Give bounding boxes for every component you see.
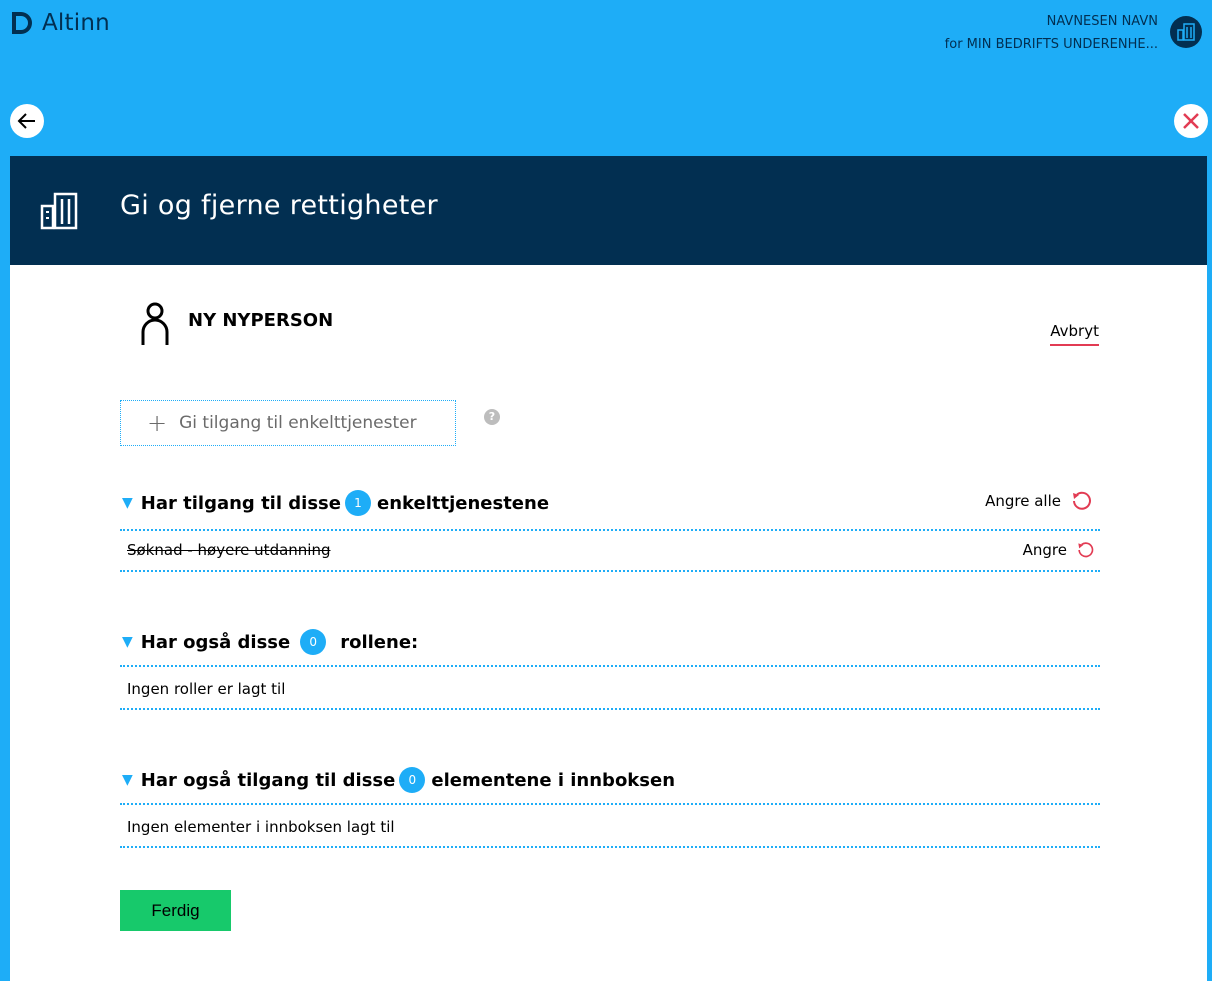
roles-title-before: Har også disse xyxy=(140,631,291,653)
service-item-label: Søknad - høyere utdanning xyxy=(127,541,331,559)
divider xyxy=(120,665,1100,667)
divider xyxy=(120,803,1100,805)
add-service-button[interactable]: + Gi tilgang til enkelttjenester xyxy=(120,400,456,446)
undo-service-link[interactable]: Angre xyxy=(1023,540,1095,560)
inbox-count-badge: 0 xyxy=(399,767,426,793)
roles-title-after: rollene: xyxy=(340,631,419,653)
undo-label: Angre xyxy=(1022,541,1067,559)
app-name: Altinn xyxy=(42,10,110,36)
divider xyxy=(120,846,1100,848)
inbox-title-before: Har også tilgang til disse xyxy=(140,769,396,791)
services-count-badge: 1 xyxy=(344,490,371,516)
done-button[interactable]: Ferdig xyxy=(120,890,231,931)
panel-header: Gi og fjerne rettigheter xyxy=(10,156,1207,265)
undo-all-label: Angre alle xyxy=(985,492,1061,510)
building-icon xyxy=(40,192,78,230)
top-bar: Altinn NAVNESEN NAVN for MIN BEDRIFTS UN… xyxy=(0,0,1212,100)
triangle-down-icon: ▼ xyxy=(122,495,133,511)
avatar[interactable] xyxy=(1170,16,1202,48)
roles-section-toggle[interactable]: ▼ Har også disse 0 rollene: xyxy=(122,629,418,655)
divider xyxy=(120,529,1100,531)
divider xyxy=(120,708,1100,710)
page-title: Gi og fjerne rettigheter xyxy=(120,190,438,221)
user-name: NAVNESEN NAVN xyxy=(1046,14,1158,29)
arrow-left-icon xyxy=(17,113,35,129)
altinn-logo-icon xyxy=(12,12,32,34)
inbox-section-toggle[interactable]: ▼ Har også tilgang til disse 0 elementen… xyxy=(122,767,675,793)
user-org: for MIN BEDRIFTS UNDERENHE... xyxy=(944,37,1158,52)
rights-panel: Gi og fjerne rettigheter NY NYPERSON Avb… xyxy=(10,156,1207,981)
plus-icon: + xyxy=(147,409,168,437)
altinn-logo[interactable]: Altinn xyxy=(8,10,110,36)
undo-icon xyxy=(1078,542,1094,558)
inbox-title-after: elementene i innboksen xyxy=(431,769,676,791)
person-info: NY NYPERSON xyxy=(140,302,333,346)
triangle-down-icon: ▼ xyxy=(122,634,133,650)
inbox-empty-text: Ingen elementer i innboksen lagt til xyxy=(127,818,395,836)
services-title-after: enkelttjenestene xyxy=(376,492,550,514)
close-button[interactable] xyxy=(1174,104,1208,138)
help-icon[interactable]: ? xyxy=(484,409,500,425)
undo-all-link[interactable]: Angre alle xyxy=(985,489,1093,513)
back-button[interactable] xyxy=(10,104,44,138)
roles-empty-text: Ingen roller er lagt til xyxy=(127,680,286,698)
building-icon xyxy=(1177,23,1195,41)
divider xyxy=(120,570,1100,572)
person-name: NY NYPERSON xyxy=(188,309,334,331)
add-service-label: Gi tilgang til enkelttjenester xyxy=(179,413,417,433)
services-title-before: Har tilgang til disse xyxy=(140,492,341,514)
triangle-down-icon: ▼ xyxy=(122,772,133,788)
user-info[interactable]: NAVNESEN NAVN for MIN BEDRIFTS UNDERENHE… xyxy=(945,10,1158,56)
cancel-link[interactable]: Avbryt xyxy=(1050,322,1099,346)
close-icon xyxy=(1183,113,1199,129)
person-icon xyxy=(141,302,169,345)
roles-count-badge: 0 xyxy=(300,629,327,655)
services-section-toggle[interactable]: ▼ Har tilgang til disse 1 enkelttjeneste… xyxy=(122,490,549,516)
undo-icon xyxy=(1073,491,1091,510)
